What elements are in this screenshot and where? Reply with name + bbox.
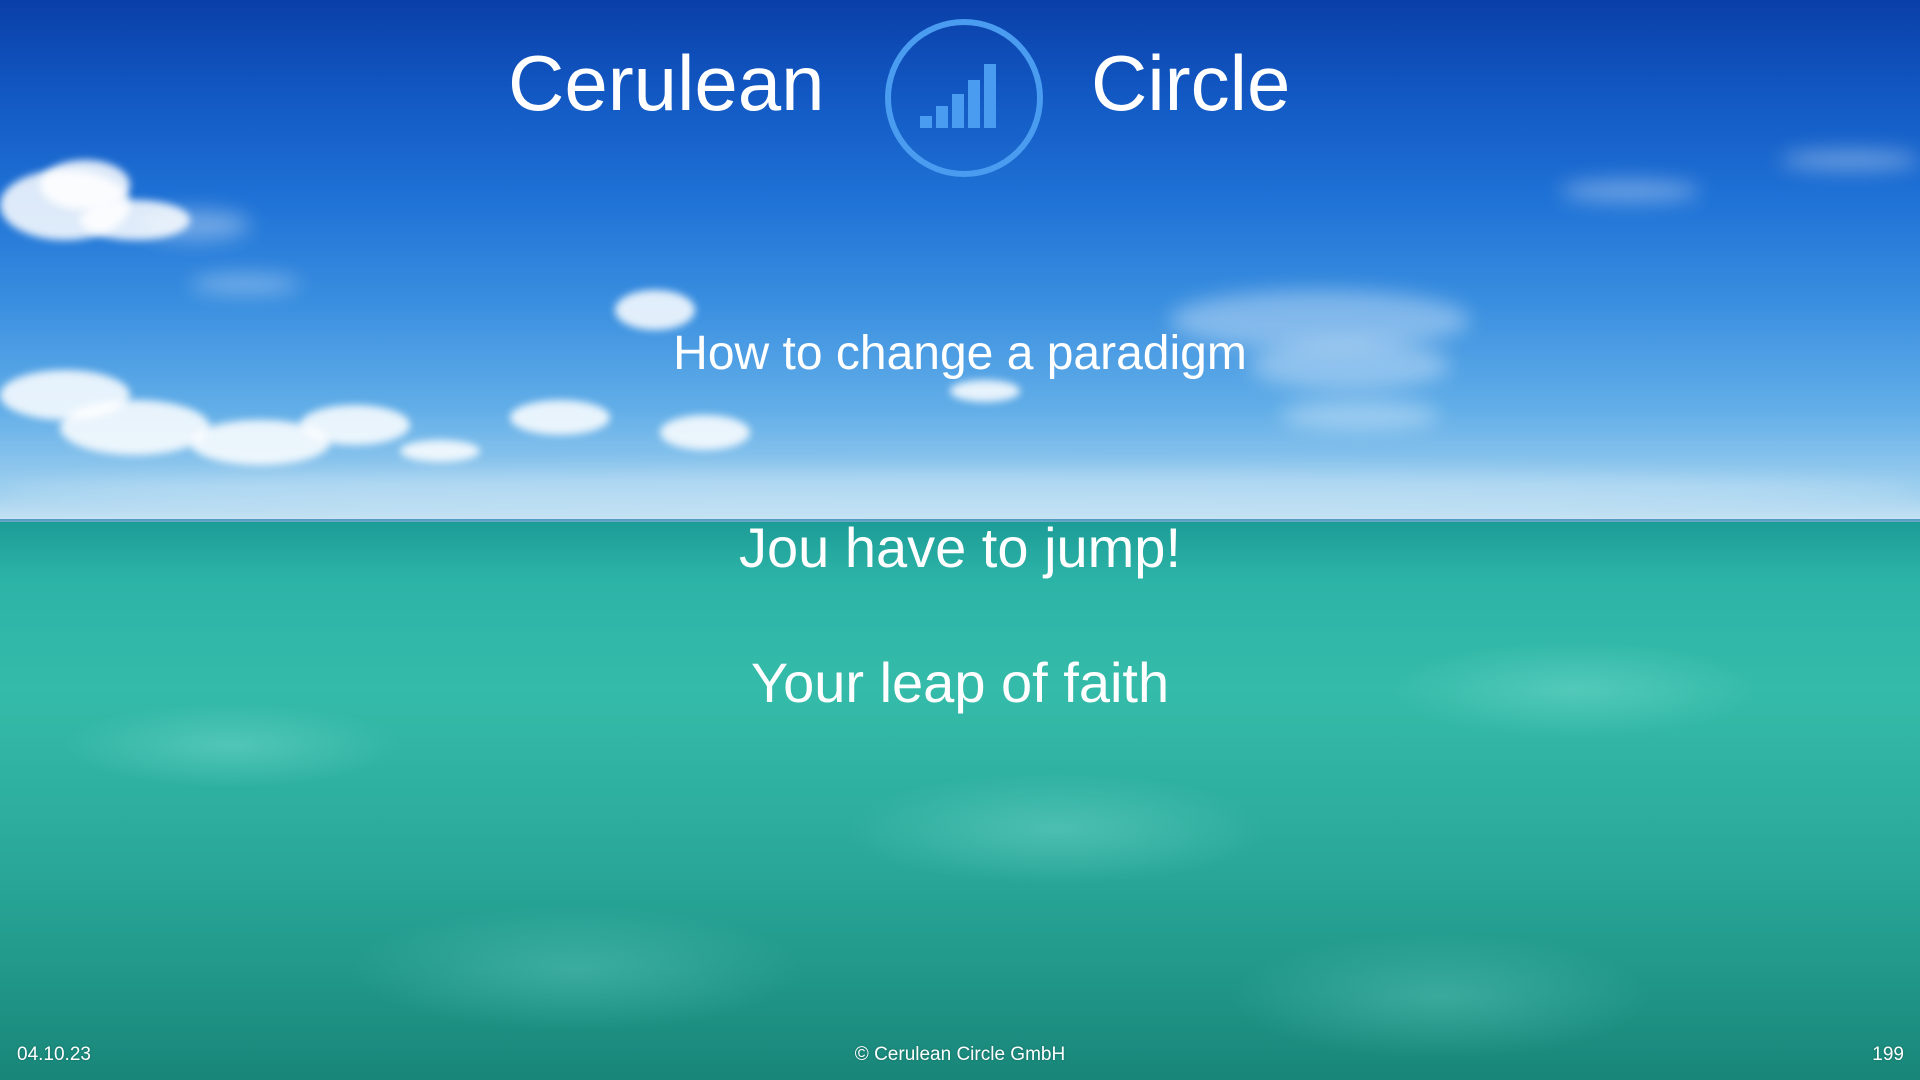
subtitle-paradigm: How to change a paradigm (673, 327, 1247, 380)
headline-leap-of-faith: Your leap of faith (750, 651, 1170, 714)
headline-jump: Jou have to jump! (738, 516, 1182, 579)
signal-bars-circle-icon (884, 18, 1044, 178)
footer-page-number: 199 (1872, 1044, 1904, 1065)
slide: Cerulean Circle How to change a paradigm… (0, 0, 1920, 1080)
brand-word-right: Circle (1091, 39, 1291, 127)
footer-copyright: © Cerulean Circle GmbH (854, 1044, 1066, 1065)
sea-background (0, 522, 1920, 1080)
brand-word-left: Cerulean (508, 39, 825, 127)
